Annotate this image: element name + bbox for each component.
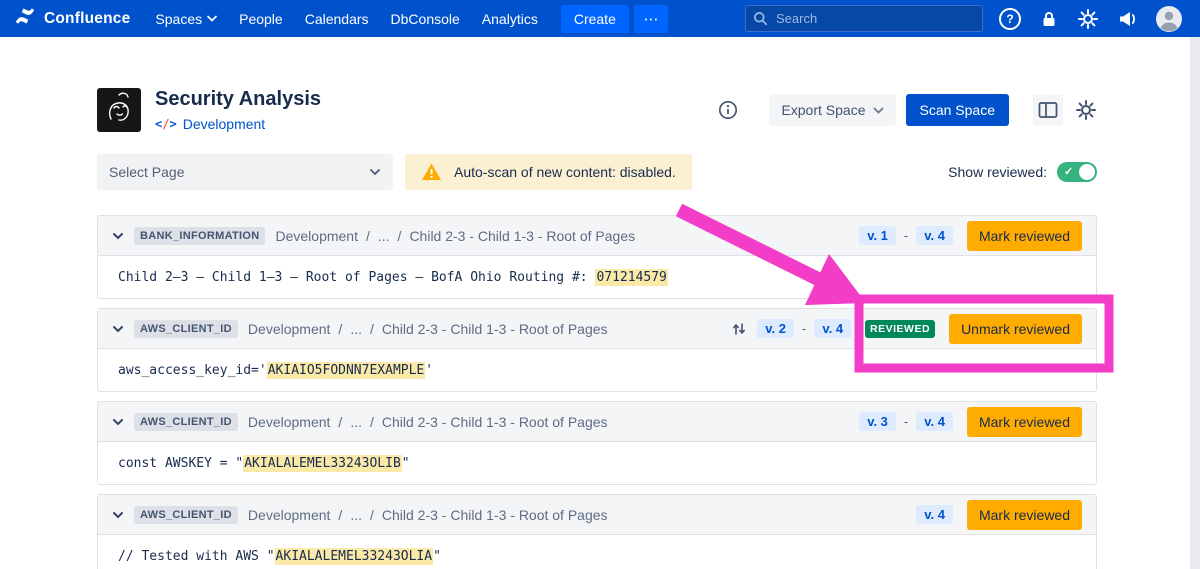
- breadcrumb-page[interactable]: Child 2-3 - Child 1-3 - Root of Pages: [382, 321, 608, 337]
- finding-header: AWS_CLIENT_ID Development / ... / Child …: [98, 402, 1096, 442]
- info-icon[interactable]: [717, 99, 739, 121]
- space-link-development[interactable]: Development: [183, 116, 266, 132]
- nav-item-dbconsole[interactable]: DbConsole: [380, 0, 471, 37]
- search-input[interactable]: [745, 5, 983, 32]
- page-header: Security Analysis </> Development Export…: [97, 88, 1097, 132]
- breadcrumb-space[interactable]: Development: [248, 507, 331, 523]
- nav-item-people[interactable]: People: [228, 0, 294, 37]
- lock-icon[interactable]: [1039, 9, 1059, 29]
- gear-icon[interactable]: [1077, 8, 1099, 30]
- finding-snippet: // Tested with AWS "AKIALALEMEL33243OLIA…: [98, 535, 1096, 569]
- breadcrumb-ellipsis[interactable]: ...: [350, 321, 362, 337]
- breadcrumb: Development / ... / Child 2-3 - Child 1-…: [248, 321, 608, 337]
- breadcrumb: Development / ... / Child 2-3 - Child 1-…: [248, 507, 608, 523]
- finding-card: BANK_INFORMATION Development / ... / Chi…: [97, 215, 1097, 299]
- finding-snippet: const AWSKEY = "AKIALALEMEL33243OLIB": [98, 442, 1096, 484]
- breadcrumb-page[interactable]: Child 2-3 - Child 1-3 - Root of Pages: [382, 507, 608, 523]
- mark-reviewed-button[interactable]: Mark reviewed: [967, 500, 1082, 530]
- megaphone-icon[interactable]: [1117, 8, 1138, 29]
- code-icon: </>: [155, 117, 177, 131]
- breadcrumb-ellipsis[interactable]: ...: [350, 414, 362, 430]
- secret-highlight: AKIALALEMEL33243OLIB: [243, 455, 402, 472]
- create-button[interactable]: Create: [561, 5, 629, 33]
- breadcrumb: Development / ... / Child 2-3 - Child 1-…: [275, 228, 635, 244]
- finding-type-badge: AWS_CLIENT_ID: [134, 506, 238, 524]
- nav-item-spaces[interactable]: Spaces: [144, 0, 228, 37]
- breadcrumb-ellipsis[interactable]: ...: [378, 228, 390, 244]
- scrollbar-gutter: [1190, 37, 1200, 569]
- warning-text: Auto-scan of new content: disabled.: [454, 164, 676, 180]
- version-from-link[interactable]: v. 3: [859, 412, 896, 431]
- breadcrumb-ellipsis[interactable]: ...: [350, 507, 362, 523]
- breadcrumb-page[interactable]: Child 2-3 - Child 1-3 - Root of Pages: [409, 228, 635, 244]
- diff-compare-icon[interactable]: [731, 321, 747, 337]
- finding-type-badge: AWS_CLIENT_ID: [134, 413, 238, 431]
- show-reviewed-toggle[interactable]: [1057, 162, 1097, 182]
- version-to-link[interactable]: v. 4: [916, 412, 953, 431]
- chevron-down-icon[interactable]: [112, 418, 124, 426]
- secret-highlight: 071214579: [595, 269, 667, 286]
- finding-card: AWS_CLIENT_ID Development / ... / Child …: [97, 401, 1097, 485]
- secret-highlight: AKIAIO5FODNN7EXAMPLE: [267, 362, 426, 379]
- confluence-brand[interactable]: Confluence: [14, 5, 130, 32]
- version-to-link[interactable]: v. 4: [814, 319, 851, 338]
- finding-type-badge: AWS_CLIENT_ID: [134, 320, 238, 338]
- nav-item-analytics[interactable]: Analytics: [471, 0, 549, 37]
- confluence-logo-icon: [14, 5, 36, 32]
- breadcrumb: Development / ... / Child 2-3 - Child 1-…: [248, 414, 608, 430]
- mark-reviewed-button[interactable]: Mark reviewed: [967, 407, 1082, 437]
- breadcrumb-page[interactable]: Child 2-3 - Child 1-3 - Root of Pages: [382, 414, 608, 430]
- breadcrumb-space[interactable]: Development: [248, 321, 331, 337]
- finding-header: BANK_INFORMATION Development / ... / Chi…: [98, 216, 1096, 256]
- space-avatar[interactable]: [97, 88, 141, 132]
- mark-reviewed-button[interactable]: Mark reviewed: [967, 221, 1082, 251]
- nav-item-calendars[interactable]: Calendars: [294, 0, 380, 37]
- autoscan-warning-banner: Auto-scan of new content: disabled.: [405, 154, 692, 190]
- toolbar: Select Page Auto-scan of new content: di…: [97, 154, 1097, 190]
- avatar[interactable]: [1156, 6, 1182, 32]
- chevron-down-icon[interactable]: [112, 325, 124, 333]
- secret-highlight: AKIALALEMEL33243OLIA: [275, 548, 434, 565]
- reviewed-status-badge: REVIEWED: [865, 320, 935, 338]
- finding-card: AWS_CLIENT_ID Development / ... / Child …: [97, 308, 1097, 392]
- settings-gear-icon[interactable]: [1075, 99, 1097, 121]
- breadcrumb-space[interactable]: Development: [248, 414, 331, 430]
- version-to-link[interactable]: v. 4: [916, 226, 953, 245]
- nav-more-button[interactable]: ⋯: [634, 5, 668, 33]
- chevron-down-icon[interactable]: [112, 511, 124, 519]
- finding-type-badge: BANK_INFORMATION: [134, 227, 265, 245]
- version-from-link[interactable]: v. 2: [757, 319, 794, 338]
- version-from-link[interactable]: v. 1: [859, 226, 896, 245]
- scan-space-button[interactable]: Scan Space: [906, 94, 1010, 126]
- finding-snippet: aws_access_key_id='AKIAIO5FODNN7EXAMPLE': [98, 349, 1096, 391]
- page-title: Security Analysis: [155, 88, 321, 111]
- chevron-down-icon: [873, 107, 884, 114]
- unmark-reviewed-button[interactable]: Unmark reviewed: [949, 314, 1082, 344]
- finding-card: AWS_CLIENT_ID Development / ... / Child …: [97, 494, 1097, 569]
- warning-icon: [421, 162, 442, 182]
- finding-snippet: Child 2–3 – Child 1–3 – Root of Pages – …: [98, 256, 1096, 298]
- brand-name: Confluence: [44, 10, 130, 28]
- export-space-button[interactable]: Export Space: [769, 94, 895, 126]
- select-page-dropdown[interactable]: Select Page: [97, 154, 393, 190]
- help-icon[interactable]: ?: [999, 8, 1021, 30]
- nav-search: [745, 5, 983, 32]
- finding-header: AWS_CLIENT_ID Development / ... / Child …: [98, 495, 1096, 535]
- breadcrumb-space[interactable]: Development: [275, 228, 358, 244]
- chevron-down-icon: [369, 168, 381, 176]
- chevron-down-icon[interactable]: [112, 232, 124, 240]
- search-icon: [753, 11, 768, 26]
- sidebar-toggle-icon[interactable]: [1033, 95, 1063, 125]
- chevron-down-icon: [207, 15, 217, 22]
- version-link[interactable]: v. 4: [916, 505, 953, 524]
- top-nav: Confluence Spaces People Calendars DbCon…: [0, 0, 1200, 37]
- findings-list: BANK_INFORMATION Development / ... / Chi…: [97, 215, 1097, 569]
- main-content: Security Analysis </> Development Export…: [97, 88, 1097, 569]
- show-reviewed-label: Show reviewed:: [948, 164, 1047, 180]
- finding-header: AWS_CLIENT_ID Development / ... / Child …: [98, 309, 1096, 349]
